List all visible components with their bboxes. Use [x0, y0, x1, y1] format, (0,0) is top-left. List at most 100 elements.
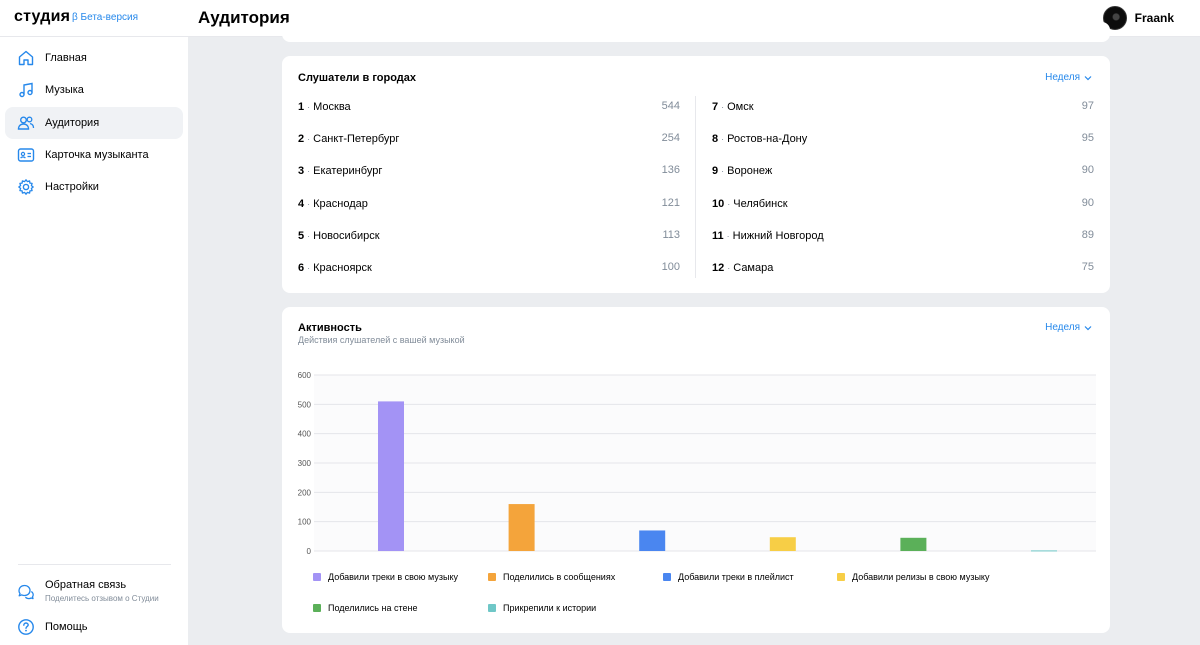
city-name: Красноярск	[313, 262, 372, 274]
city-name: Самара	[733, 262, 774, 274]
sidebar-item-label: Настройки	[45, 181, 99, 193]
city-rank: 5	[298, 229, 305, 242]
sidebar-item-settings[interactable]: Настройки	[5, 171, 183, 203]
separator-dot: ·	[307, 102, 311, 112]
cities-period-select[interactable]: Неделя	[1045, 72, 1092, 83]
legend-label: Поделились в сообщениях	[503, 572, 616, 582]
page-title: Аудитория	[198, 8, 290, 27]
gear-icon	[18, 179, 34, 195]
separator-dot: ·	[307, 230, 311, 241]
activity-bar-chart: 0 100 200 300 400 500 600	[298, 371, 1096, 556]
legend-item[interactable]: Добавили треки в плейлист	[663, 572, 794, 582]
separator-dot: ·	[721, 102, 725, 112]
city-rank: 2	[298, 133, 305, 146]
city-listener-count: 121	[661, 196, 680, 209]
sidebar-item-label: Главная	[45, 52, 87, 64]
separator-dot: ·	[721, 134, 725, 145]
legend-label: Поделились на стене	[328, 603, 418, 613]
legend-label: Добавили треки в плейлист	[678, 572, 794, 582]
bar[interactable]	[508, 504, 535, 551]
city-listener-count: 136	[661, 164, 680, 177]
sidebar-item-label: Музыка	[45, 84, 84, 96]
city-rank: 7	[712, 101, 719, 113]
y-tick-label: 0	[307, 547, 312, 556]
activity-card: Активность Действия слушателей с вашей м…	[282, 307, 1110, 633]
city-row: 5 · Новосибирск	[298, 229, 380, 243]
bar[interactable]	[769, 537, 796, 551]
y-tick-label: 400	[298, 430, 312, 439]
bar[interactable]	[639, 530, 666, 551]
sidebar-item-music[interactable]: Музыка	[5, 74, 183, 106]
legend-swatch	[663, 573, 671, 581]
user-menu[interactable]: Fraank	[1102, 6, 1174, 30]
city-name: Екатеринбург	[313, 165, 383, 178]
city-name: Санкт-Петербург	[313, 133, 400, 146]
city-rank: 9	[712, 165, 719, 178]
chat-bubbles-icon	[18, 584, 34, 600]
city-listener-count: 90	[1081, 164, 1094, 177]
city-row: 4 · Краснодар	[298, 197, 368, 211]
music-note-icon	[19, 82, 33, 98]
studio-logo[interactable]: студия	[14, 8, 70, 26]
city-name: Ростов-на-Дону	[727, 133, 808, 146]
users-icon	[17, 116, 35, 130]
city-row: 10 · Челябинск	[712, 197, 788, 211]
city-rank: 4	[298, 197, 305, 210]
city-listener-count: 90	[1081, 196, 1094, 209]
bar[interactable]	[378, 401, 404, 551]
legend-swatch	[313, 573, 321, 581]
previous-card	[282, 22, 1110, 42]
city-row: 8 · Ростов-на-Дону	[712, 132, 807, 146]
separator-dot: ·	[307, 263, 311, 273]
bar[interactable]	[1031, 550, 1057, 552]
sidebar-item-artist-card[interactable]: Карточка музыканта	[5, 139, 183, 171]
column-divider	[695, 96, 696, 278]
legend-swatch	[488, 573, 496, 581]
legend-item[interactable]: Добавили треки в свою музыку	[313, 572, 458, 582]
cities-card: Слушатели в городах Неделя 1 · Москва 544 2 ·…	[282, 56, 1110, 293]
city-listener-count: 75	[1081, 261, 1094, 273]
legend-item[interactable]: Добавили релизы в свою музыку	[837, 572, 989, 582]
city-listener-count: 95	[1081, 132, 1094, 145]
city-rank: 6	[298, 262, 305, 274]
sidebar-item-home[interactable]: Главная	[5, 42, 183, 74]
help-button[interactable]: Помощь	[5, 614, 183, 640]
y-tick-label: 500	[298, 400, 312, 409]
city-row: 7 · Омск	[712, 100, 754, 114]
sidebar-divider	[18, 564, 171, 565]
separator-dot: ·	[727, 263, 731, 273]
city-listener-count: 113	[662, 228, 680, 241]
separator-dot: ·	[721, 166, 725, 177]
city-rank: 10	[712, 197, 725, 210]
feedback-button[interactable]: Обратная связь Поделитесь отзывом о Студ…	[5, 575, 183, 609]
legend-item[interactable]: Поделились в сообщениях	[488, 572, 615, 582]
user-name[interactable]: Fraank	[1135, 11, 1174, 25]
city-rank: 12	[712, 262, 725, 274]
sidebar-item-audience[interactable]: Аудитория	[5, 107, 183, 139]
city-rank: 1	[298, 101, 305, 113]
id-card-icon	[17, 148, 35, 162]
legend-swatch	[837, 573, 845, 581]
city-name: Новосибирск	[313, 229, 380, 242]
legend-item[interactable]: Прикрепили к истории	[488, 603, 596, 613]
city-row: 1 · Москва	[298, 100, 351, 114]
bar[interactable]	[900, 537, 927, 551]
question-circle-icon	[18, 619, 34, 635]
feedback-title: Обратная связь	[45, 579, 127, 591]
city-listener-count: 544	[661, 100, 680, 112]
legend-swatch	[313, 604, 321, 612]
city-name: Воронеж	[727, 165, 773, 178]
city-listener-count: 89	[1081, 228, 1094, 241]
city-row: 11 · Нижний Новгород	[712, 229, 824, 243]
separator-dot: ·	[307, 134, 311, 145]
city-name: Москва	[313, 101, 351, 113]
legend-item[interactable]: Поделились на стене	[313, 603, 417, 613]
legend-label: Прикрепили к истории	[503, 603, 597, 613]
city-row: 9 · Воронеж	[712, 164, 772, 178]
separator-dot: ·	[726, 230, 730, 241]
city-row: 12 · Самара	[712, 261, 773, 275]
city-name: Омск	[727, 101, 754, 113]
city-listener-count: 100	[661, 261, 680, 273]
city-rank: 3	[298, 165, 305, 178]
separator-dot: ·	[727, 198, 731, 209]
